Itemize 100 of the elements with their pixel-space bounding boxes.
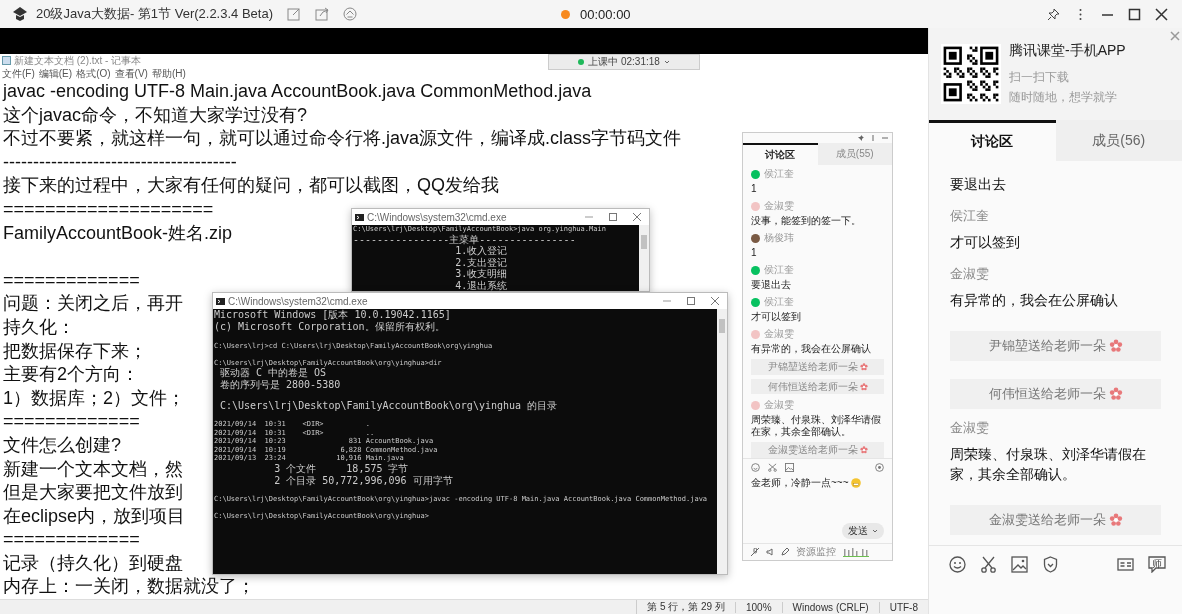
message-text: 要退出去 [950,176,1007,194]
message-text: 才可以签到 [950,234,1021,252]
terminal-line: 3.收支明细 [454,268,509,280]
menu-item[interactable]: 文件(F) [2,66,35,81]
panel-tab[interactable]: 成员(56) [1055,120,1182,161]
message-text: 1 [751,183,758,195]
text-line: 把数据保存下来； [3,339,147,363]
caret-icon[interactable] [663,59,670,65]
flower-icon [859,362,868,371]
text-line: 记录（持久化）到硬盘 [3,551,183,575]
usage-bars-icon [843,547,869,557]
status-text: 第 5 行，第 29 列 [636,600,735,614]
status-text: Windows (CRLF) [781,601,879,613]
terminal-line: C:\Users\lrj\Desktop\FamilyAccountBook\org\yinghua 的目录 [219,399,559,412]
app-logo-icon [12,6,28,22]
close-icon[interactable] [1155,7,1168,21]
text-line: ============= [3,410,140,434]
menu-item[interactable]: 帮助(H) [151,66,186,81]
promo-tagline: 随时随地，想学就学 [1009,89,1118,106]
message-text: 1 [751,247,758,259]
emoji-icon[interactable] [949,556,966,573]
text-line: 主要有2个方向： [3,363,139,387]
text-line: 不过不要紧，就这样一句，就可以通过命令行将.java源文件，编译成.class字节码文件 [3,127,682,151]
scrollbar[interactable] [717,309,727,574]
teacher-chat-button[interactable]: 师 [1148,556,1166,573]
card-icon[interactable] [1117,556,1134,573]
flower-icon [1108,513,1123,527]
text-line: javac -encoding UTF-8 Main.java AccountBook.java CommonMethod.java [3,80,592,103]
terminal-icon [355,213,364,221]
gift-notice: 尹锦堃送给老师一朵 [950,331,1161,361]
timer: 00:00:00 [580,7,631,22]
terminal-line: 2.支出登记 [454,256,509,268]
notepad-icon [2,56,11,65]
scissors-icon[interactable] [980,556,997,573]
grin-emoji-icon [850,478,861,488]
text-line: ============= [3,528,140,552]
shield-icon[interactable] [1042,556,1059,573]
status-text: 100% [734,601,782,613]
window-title: 20级Java大数据- 第1节 Ver(2.2.3.4 Beta) [36,5,273,23]
mic-off-icon[interactable] [751,548,759,556]
image-icon[interactable] [1011,556,1028,573]
text-line: 文件怎么创建? [3,433,121,457]
terminal-line: (c) Microsoft Corporation。保留所有权利。 [214,321,446,333]
flower-icon [1108,387,1123,401]
message-text: 才可以签到 [751,311,802,323]
menu-item[interactable]: 编辑(E) [38,66,73,81]
text-line: 这个javac命令，不知道大家学过没有? [3,103,308,127]
message-text: 有异常的，我会在公屏确认 [950,292,1119,310]
message-input[interactable]: 金老师，冷静一点~~~ [751,476,884,490]
flower-icon [1108,339,1123,353]
terminal-line: 2 个目录 50,772,996,096 可用字节 [273,474,454,487]
sender-name: 侯江奎 [764,167,794,181]
scrollbar[interactable] [639,225,649,291]
text-line: ==================== [3,197,214,221]
edit-icon[interactable] [287,7,301,21]
share-icon[interactable] [315,7,329,21]
message-text: 没事，能签到的签一下。 [751,215,862,227]
pen-icon[interactable] [781,548,789,556]
sender-name: 杨俊玮 [764,231,794,245]
terminal-line: 4.退出系统 [454,279,509,291]
message-text: 要退出去 [751,279,792,291]
sender-name: 金淑雯 [950,419,990,437]
send-button[interactable]: 发送 [842,523,884,539]
terminal-line: 1.收入登记 [454,245,509,257]
speaker-icon[interactable] [766,548,774,556]
terminal-line: Microsoft Windows [版本 10.0.19042.1165] [214,309,452,321]
sender-name: 侯江奎 [764,263,794,277]
gift-notice: 何伟恒送给老师一朵 [950,379,1161,409]
qr-code-icon [941,44,1001,104]
maximize-icon[interactable] [1128,7,1141,21]
terminal-icon [216,297,225,305]
recording-dot [561,10,570,19]
text-line: 但是大家要把文件放到 [3,481,183,505]
sender-name: 侯江奎 [764,295,794,309]
text-line: ============= [3,268,140,292]
promo-subtitle: 扫一扫下载 [1009,69,1070,86]
image-icon[interactable] [785,463,794,472]
resource-monitor-label: 资源监控 [796,545,836,559]
window-title: C:\Windows\system32\cmd.exe [367,211,507,223]
class-status-pill[interactable]: 上课中 02:31:18 [548,54,700,70]
terminal-line: 卷的序列号是 2800-5380 [219,379,342,391]
sender-name: 金淑雯 [764,327,794,341]
menu-item[interactable]: 格式(O) [76,66,111,81]
gift-notice: 金淑雯送给老师一朵 [950,505,1161,535]
message-text: 有异常的，我会在公屏确认 [751,343,872,355]
text-line: 问题：关闭之后，再开 [3,292,183,316]
message-text: 周荣臻、付泉珠、刘泽华请假在家，其余全部确认。 [751,414,882,439]
menu-item[interactable]: 查看(V) [114,66,148,81]
sender-name: 金淑雯 [764,398,794,413]
settings-icon[interactable] [875,463,884,472]
flower-icon [859,382,868,391]
message-text: 周荣臻、付泉珠、刘泽华请假在家，其余全部确认。 [950,446,1147,484]
text-line: 接下来的过程中，大家有任何的疑问，都可以截图，QQ发给我 [3,174,499,198]
text-line: 新建一个文本文档，然 [3,457,183,481]
terminal-line: ----------------主菜单---------------- [353,233,577,245]
window-title: 新建文本文档 (2).txt - 记事本 [14,54,142,68]
sender-name: 金淑雯 [950,265,990,283]
text-line: 内存上：一关闭，数据就没了； [3,575,255,599]
terminal-line: 3 个文件 18,575 字节 [273,462,410,475]
caret-icon[interactable] [872,528,878,534]
